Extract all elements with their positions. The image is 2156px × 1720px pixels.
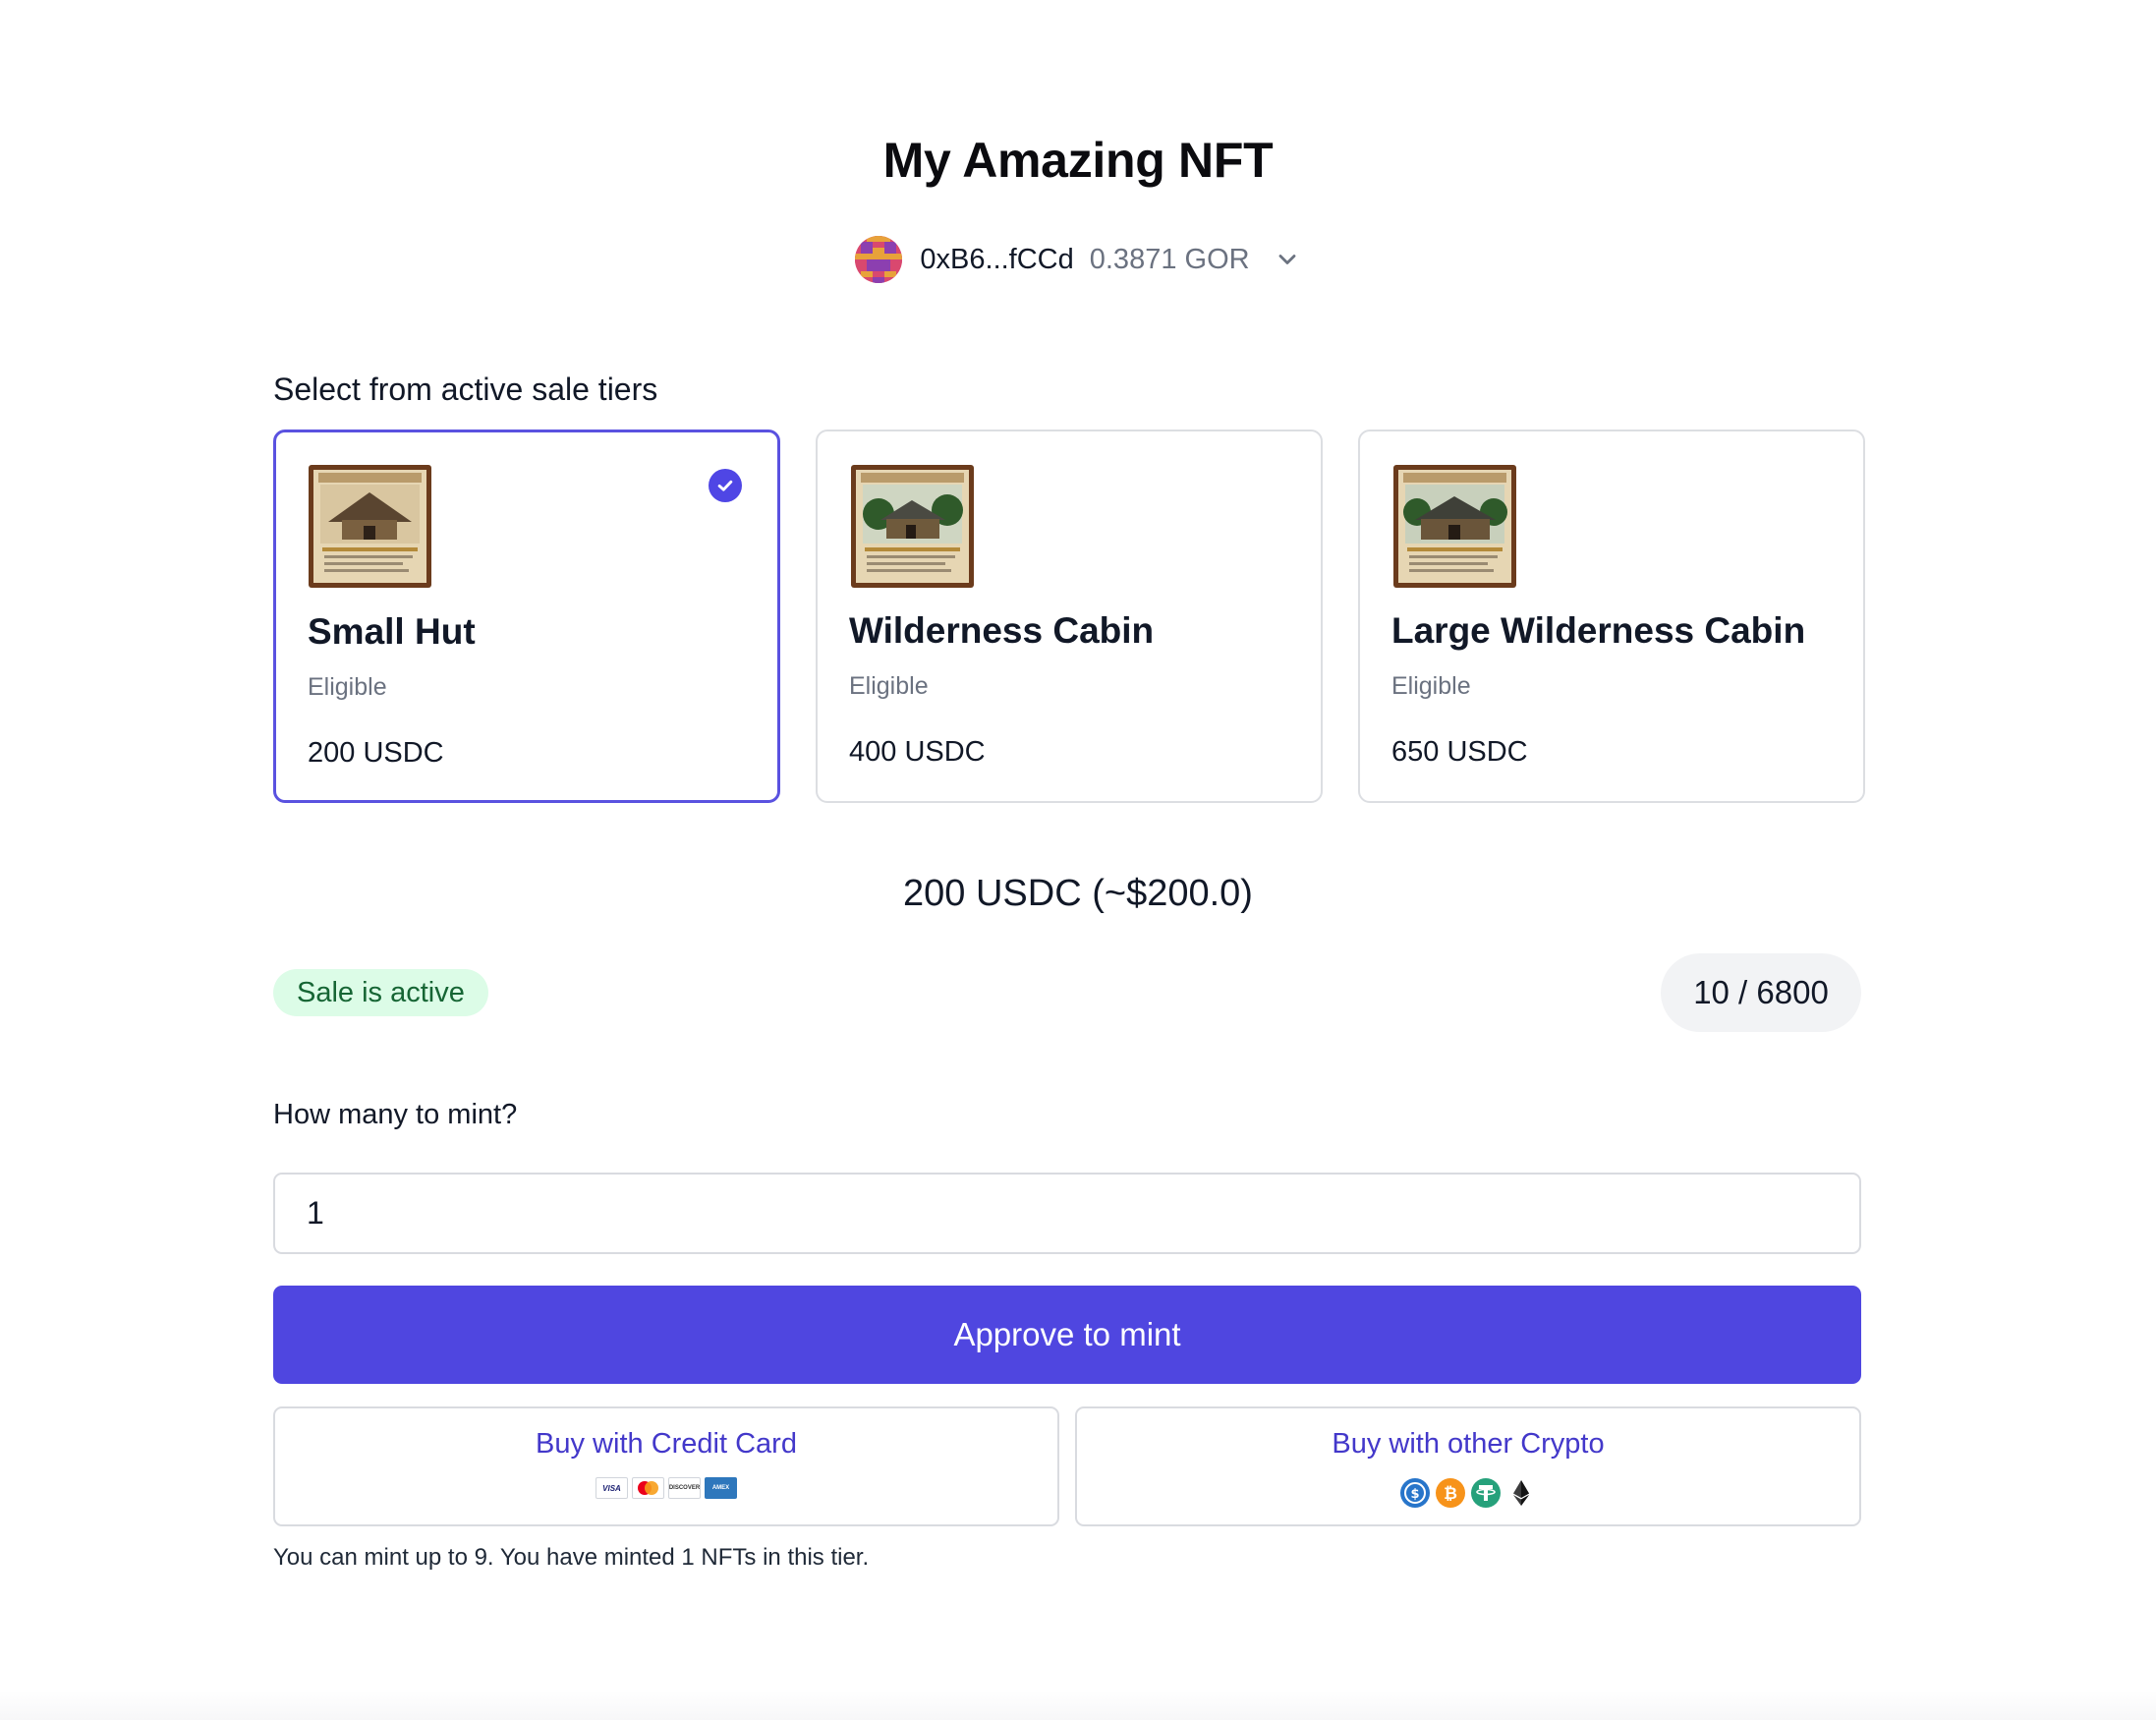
tier-card-small-hut[interactable]: Small Hut Eligible 200 USDC xyxy=(273,430,780,803)
tiers-section-label: Select from active sale tiers xyxy=(273,372,658,407)
buy-with-other-crypto-button[interactable]: Buy with other Crypto $ ₿ xyxy=(1075,1406,1861,1526)
approve-to-mint-button[interactable]: Approve to mint xyxy=(273,1286,1861,1384)
mint-quantity-input[interactable] xyxy=(273,1173,1861,1254)
amex-icon: AMEX xyxy=(705,1477,737,1499)
tier-name: Large Wilderness Cabin xyxy=(1391,610,1806,651)
chevron-down-icon[interactable] xyxy=(1274,246,1301,273)
tier-status: Eligible xyxy=(1391,672,1471,700)
page-title: My Amazing NFT xyxy=(882,133,1274,188)
svg-text:₿: ₿ xyxy=(1444,1484,1457,1504)
total-price: 200 USDC (~$200.0) xyxy=(903,873,1253,914)
visa-icon: VISA xyxy=(596,1477,628,1499)
sale-status-badge: Sale is active xyxy=(273,969,488,1016)
tier-card-wilderness-cabin[interactable]: Wilderness Cabin Eligible 400 USDC xyxy=(816,430,1323,803)
mint-quantity-label: How many to mint? xyxy=(273,1099,518,1130)
buy-with-credit-card-button[interactable]: Buy with Credit Card VISA DISCOVER AMEX xyxy=(273,1406,1059,1526)
mint-limit-note: You can mint up to 9. You have minted 1 … xyxy=(273,1544,870,1571)
wallet-connect-button[interactable]: 0xB6...fCCd 0.3871 GOR xyxy=(0,236,2156,283)
footer-shade xyxy=(0,1691,2156,1720)
tier-name: Small Hut xyxy=(308,611,476,652)
credit-card-logos: VISA DISCOVER AMEX xyxy=(275,1477,1057,1499)
svg-text:$: $ xyxy=(1410,1487,1419,1502)
tether-icon xyxy=(1471,1478,1501,1508)
pixel-avatar-icon xyxy=(855,236,903,283)
check-circle-icon xyxy=(709,469,742,502)
tier-price: 400 USDC xyxy=(849,736,986,768)
tier-status: Eligible xyxy=(308,673,387,701)
wallet-address: 0xB6...fCCd xyxy=(920,243,1074,275)
mastercard-icon xyxy=(632,1477,664,1499)
usdc-icon: $ xyxy=(1400,1478,1430,1508)
supply-counter-badge: 10 / 6800 xyxy=(1661,953,1861,1032)
crypto-logos: $ ₿ xyxy=(1077,1477,1859,1509)
buy-with-credit-card-label: Buy with Credit Card xyxy=(536,1428,797,1460)
tier-card-large-wilderness-cabin[interactable]: Large Wilderness Cabin Eligible 650 USDC xyxy=(1358,430,1865,803)
tier-status: Eligible xyxy=(849,672,929,700)
ethereum-icon xyxy=(1513,1480,1529,1506)
bitcoin-icon: ₿ xyxy=(1436,1478,1465,1508)
tier-price: 200 USDC xyxy=(308,737,444,769)
mint-page: My Amazing NFT 0xB6...fCCd 0.3871 GOR Se… xyxy=(0,0,2156,1720)
buy-with-other-crypto-label: Buy with other Crypto xyxy=(1332,1428,1605,1460)
discover-icon: DISCOVER xyxy=(668,1477,701,1499)
tier-image xyxy=(309,465,431,588)
tier-name: Wilderness Cabin xyxy=(849,610,1155,651)
tier-image xyxy=(851,465,974,588)
wallet-balance: 0.3871 GOR xyxy=(1089,243,1250,275)
tier-price: 650 USDC xyxy=(1391,736,1528,768)
tier-image xyxy=(1393,465,1516,588)
